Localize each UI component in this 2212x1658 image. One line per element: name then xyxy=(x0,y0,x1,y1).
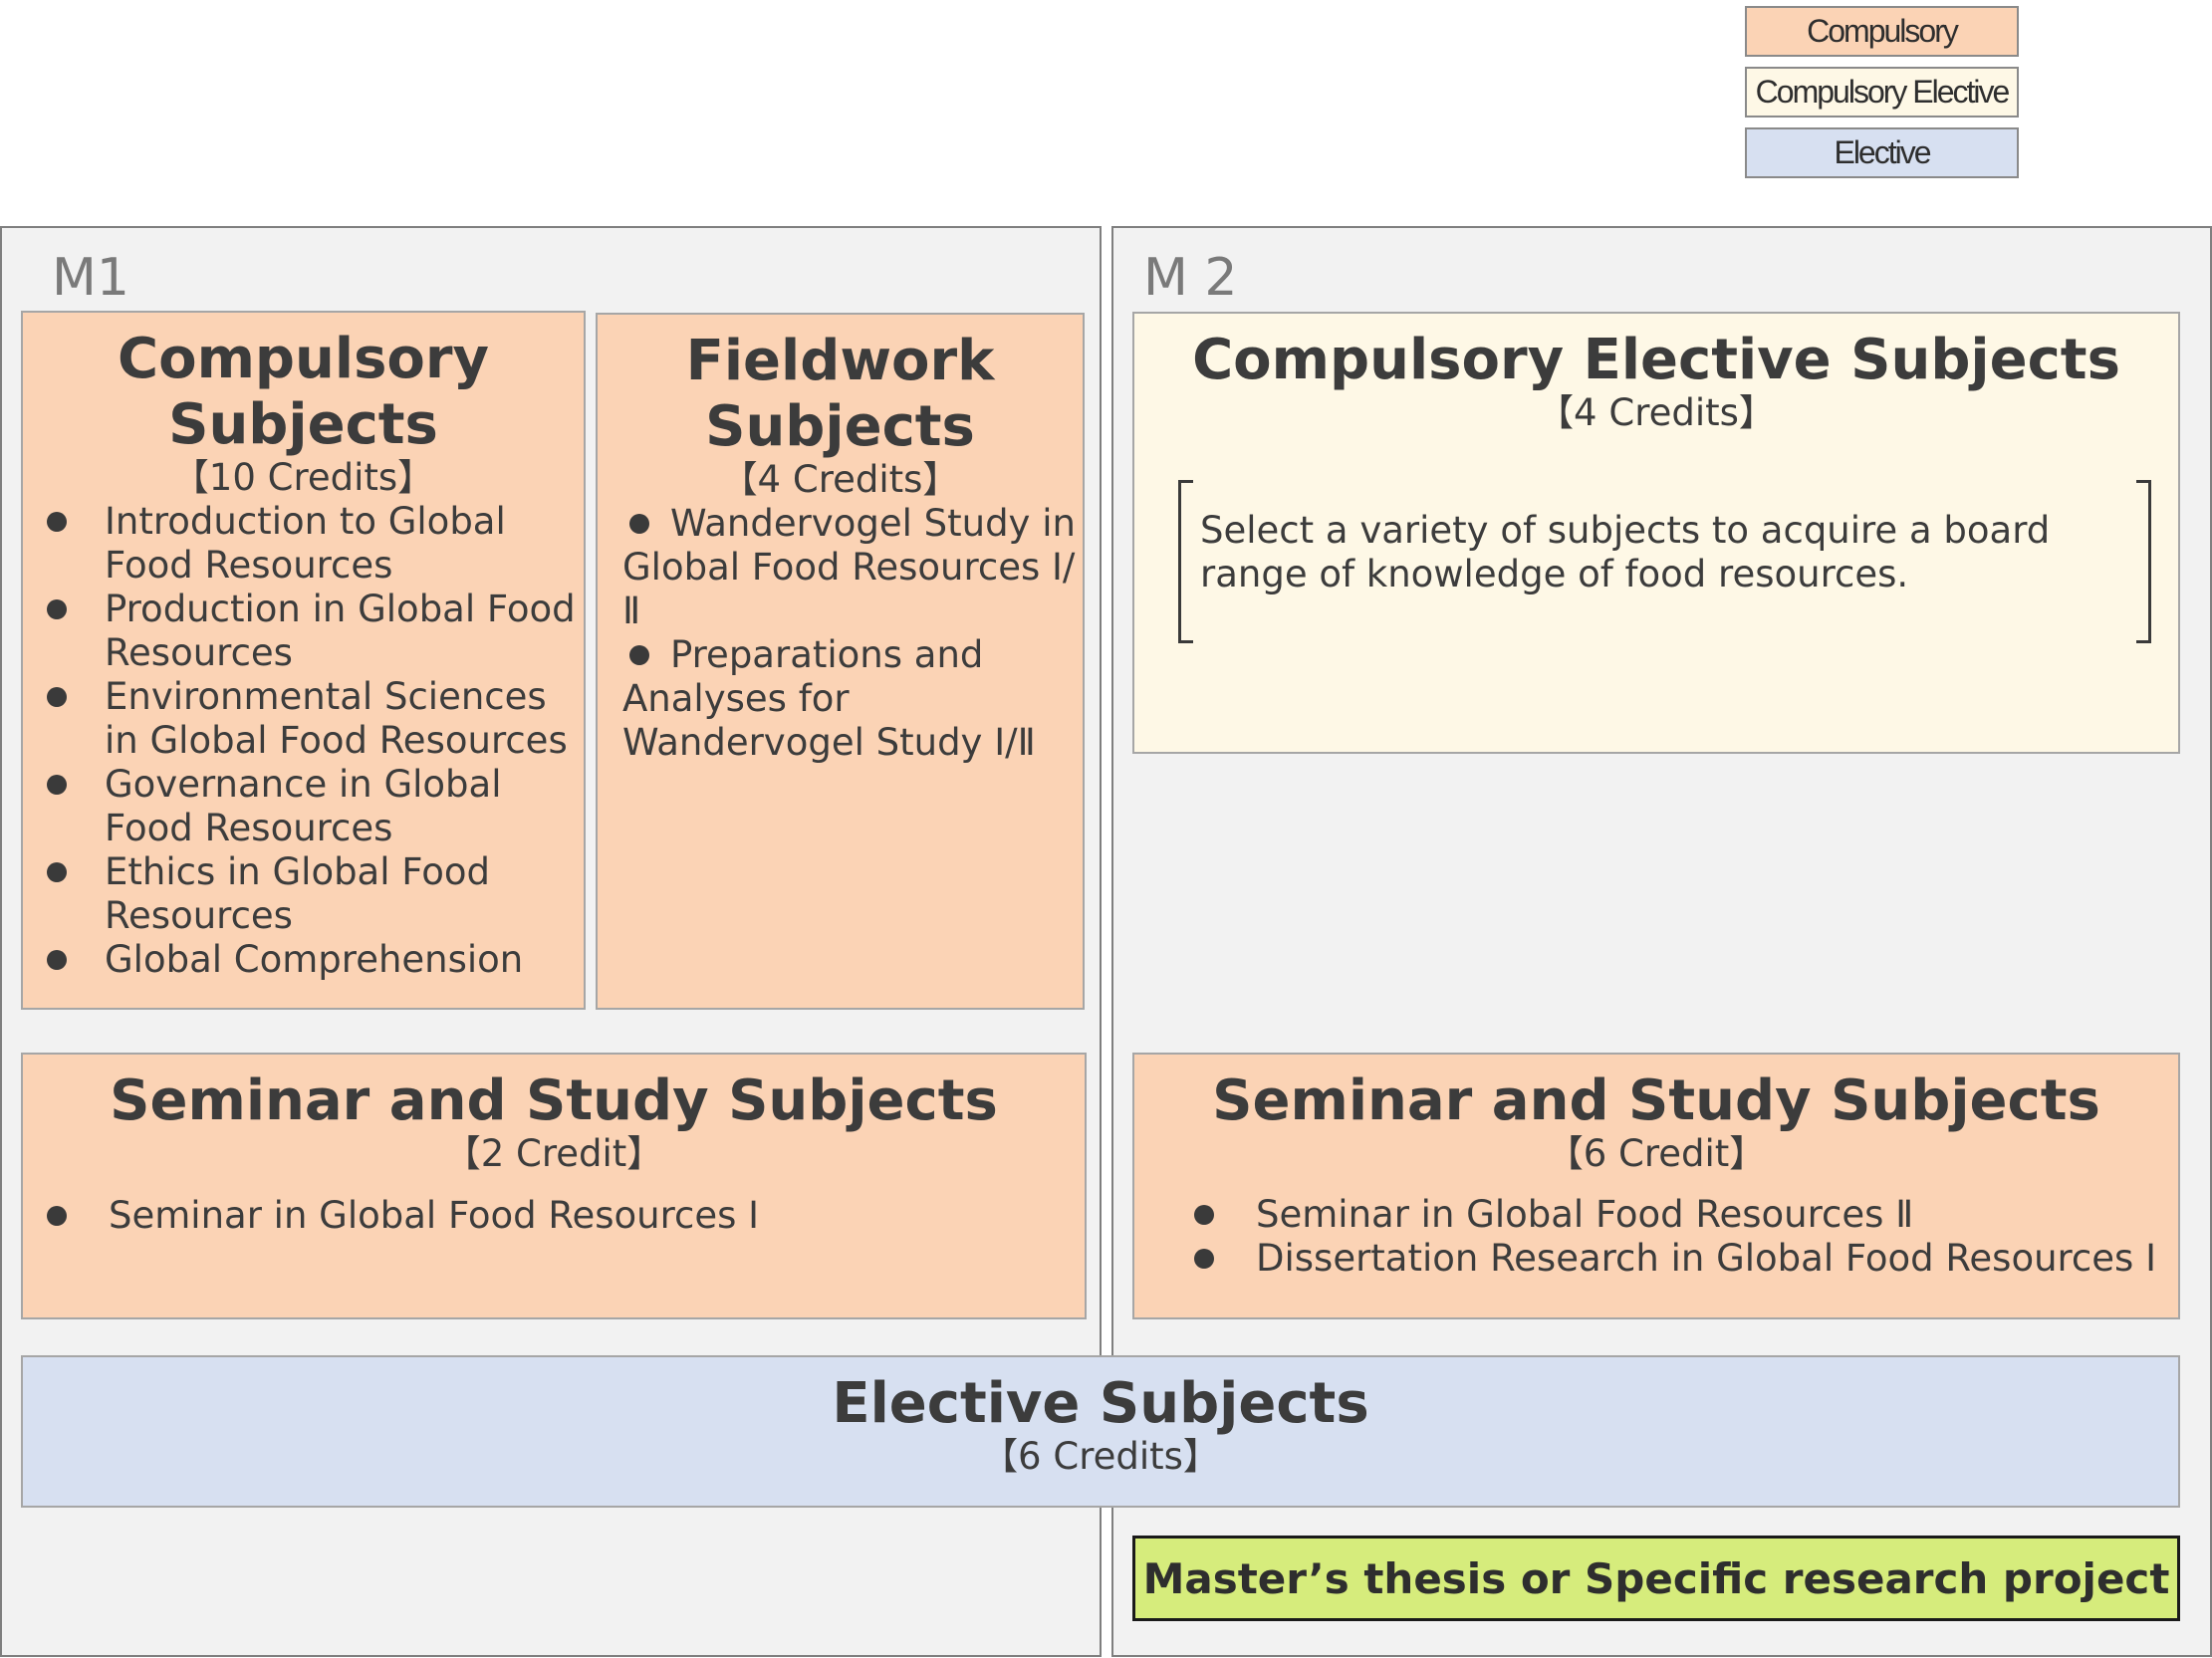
list-item: Wandervogel Study in Global Food Resourc… xyxy=(622,502,1076,632)
elective-credits: 【6 Credits】 xyxy=(981,1435,1220,1478)
m2-seminar-credits: 【6 Credit】 xyxy=(1546,1132,1767,1175)
elective-subjects-box: Elective Subjects 【6 Credits】 xyxy=(21,1355,2180,1508)
m2-seminar-box: Seminar and Study Subjects 【6 Credit】 Se… xyxy=(1132,1053,2180,1319)
masters-thesis-label: Master’s thesis or Specific research pro… xyxy=(1142,1553,2170,1603)
m1-seminar-box: Seminar and Study Subjects 【2 Credit】 Se… xyxy=(21,1053,1087,1319)
list-item: Seminar in Global Food Resources Ⅱ xyxy=(1194,1193,2170,1237)
fieldwork-title: Fieldwork Subjects xyxy=(598,329,1083,460)
compulsory-credits: 【10 Credits】 xyxy=(171,456,435,499)
list-item: Ethics in Global Food Resources xyxy=(23,850,584,938)
elective-title: Elective Subjects xyxy=(832,1371,1369,1436)
compulsory-list: Introduction to Global Food Resources Pr… xyxy=(23,500,584,982)
compulsory-title-line1: Compulsory xyxy=(118,327,489,391)
compulsory-elective-note: Select a variety of subjects to acquire … xyxy=(1200,509,2051,595)
fieldwork-subjects-box: Fieldwork Subjects 【4 Credits】 Wandervog… xyxy=(596,313,1085,1010)
list-item: Dissertation Research in Global Food Res… xyxy=(1194,1237,2170,1281)
list-item: Governance in Global Food Resources xyxy=(23,763,584,850)
fieldwork-title-line1: Fieldwork xyxy=(685,329,995,393)
list-item: Global Comprehension xyxy=(23,938,584,982)
compulsory-elective-credits: 【4 Credits】 xyxy=(1537,391,1776,434)
right-bracket xyxy=(2136,480,2151,643)
list-item: Seminar in Global Food Resources Ⅰ xyxy=(47,1194,1043,1238)
legend-elective: Elective xyxy=(1745,127,2019,178)
m1-seminar-title: Seminar and Study Subjects xyxy=(110,1068,998,1133)
fieldwork-list: Wandervogel Study in Global Food Resourc… xyxy=(622,502,1076,765)
list-item: Preparations and Analyses for Wandervoge… xyxy=(622,633,1076,765)
fieldwork-credits: 【4 Credits】 xyxy=(720,458,960,501)
compulsory-title: Compulsory Subjects xyxy=(23,327,584,458)
legend-compulsory: Compulsory xyxy=(1745,6,2019,57)
legend-compulsory-elective-label: Compulsory Elective xyxy=(1755,74,2011,110)
fieldwork-title-line2: Subjects xyxy=(705,394,975,459)
legend-compulsory-elective: Compulsory Elective xyxy=(1745,67,2019,118)
compulsory-title-line2: Subjects xyxy=(168,392,438,457)
list-item: Introduction to Global Food Resources xyxy=(23,500,584,588)
left-bracket xyxy=(1178,480,1193,643)
compulsory-subjects-box: Compulsory Subjects 【10 Credits】 Introdu… xyxy=(21,311,586,1010)
m2-label: M 2 xyxy=(1143,248,1238,308)
masters-thesis-box: Master’s thesis or Specific research pro… xyxy=(1132,1536,2180,1621)
list-item: Production in Global Food Resources xyxy=(23,588,584,675)
m2-seminar-list: Seminar in Global Food Resources Ⅱ Disse… xyxy=(1194,1193,2170,1281)
m2-seminar-title: Seminar and Study Subjects xyxy=(1212,1068,2100,1133)
m1-seminar-list: Seminar in Global Food Resources Ⅰ xyxy=(47,1194,1043,1238)
legend-elective-label: Elective xyxy=(1834,134,1931,170)
list-item: Environmental Sciences in Global Food Re… xyxy=(23,675,584,763)
m1-seminar-credits: 【2 Credit】 xyxy=(443,1132,664,1175)
compulsory-elective-title: Compulsory Elective Subjects xyxy=(1192,328,2120,392)
compulsory-elective-box: Compulsory Elective Subjects 【4 Credits】… xyxy=(1132,312,2180,754)
legend-compulsory-label: Compulsory xyxy=(1807,13,1959,49)
m1-label: M1 xyxy=(52,248,129,308)
